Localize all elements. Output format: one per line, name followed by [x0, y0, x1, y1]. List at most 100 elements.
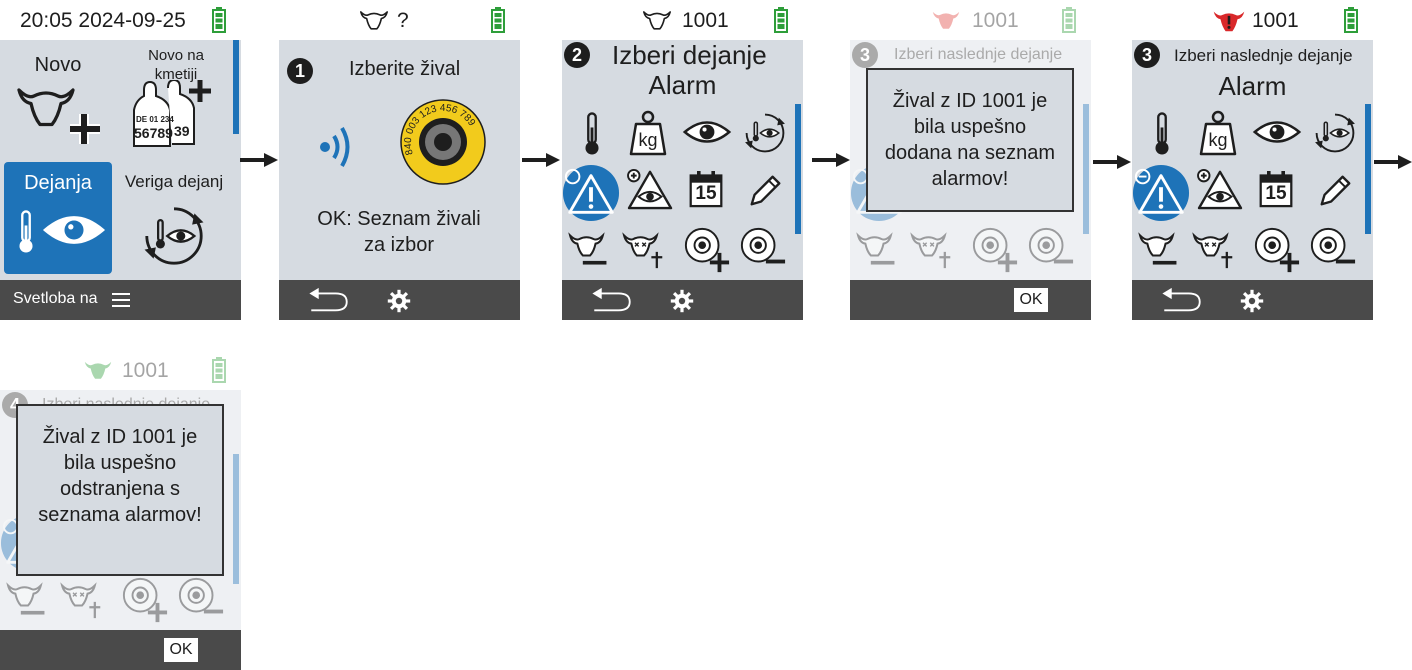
ok-hint: OK: Seznam živali za izbor	[317, 208, 481, 256]
calendar-day: 15	[1265, 183, 1287, 204]
footer: OK	[0, 630, 241, 670]
tile-new-on-farm[interactable]: Novo na kmetiji DE 01 234 56789 39	[120, 44, 230, 156]
settings-gear-icon[interactable]	[670, 289, 694, 313]
weight-button[interactable]: kg	[1198, 110, 1238, 156]
step-number: 2	[564, 42, 590, 68]
battery-icon	[212, 7, 226, 33]
eye-icon	[42, 216, 106, 244]
scrollbar	[1083, 104, 1089, 234]
back-icon[interactable]	[588, 286, 636, 314]
calendar-button[interactable]: 15	[1258, 168, 1294, 210]
thermometer-icon[interactable]	[578, 110, 606, 158]
select-animal-body: 1 Izberite žival 840 003 123 456 789 OK:…	[279, 40, 520, 280]
footer	[1132, 280, 1373, 320]
cow-head-icon	[82, 359, 114, 381]
cow-plus-icon	[17, 88, 100, 144]
pencil-icon[interactable]	[1316, 172, 1354, 210]
alarm-added-body: 3 Izberi naslednje dejanje Žival z ID 10…	[850, 40, 1091, 280]
alarm-remove-icon[interactable]	[1132, 164, 1190, 222]
status-bar: 1001	[1132, 0, 1373, 40]
battery-icon	[774, 7, 788, 33]
next-action-body: 3 Izberi naslednje dejanje Alarm kg 15	[1132, 40, 1373, 280]
cow-remove-icon	[6, 580, 52, 620]
cow-dead-icon	[60, 580, 106, 620]
status-animal-id: 1001	[682, 9, 729, 32]
alarm-add-icon[interactable]	[562, 164, 620, 222]
success-dialog: Žival z ID 1001 je bila uspešno dodana n…	[866, 68, 1074, 212]
tile-new[interactable]: Novo	[4, 44, 112, 156]
tag-add-icon	[970, 226, 1020, 274]
status-bar: 1001	[562, 0, 803, 40]
back-icon[interactable]	[305, 286, 353, 314]
observe-add-icon[interactable]	[626, 168, 674, 210]
weight-label: kg	[1208, 130, 1228, 150]
tile-new-farm-label: Novo na kmetiji	[148, 47, 204, 83]
calendar-button[interactable]: 15	[688, 168, 724, 210]
tag-remove-icon	[176, 576, 226, 624]
action-cycle-icon	[140, 202, 208, 270]
status-bar: 20:05 2024-09-25	[0, 0, 241, 40]
eye-icon[interactable]	[1252, 118, 1302, 146]
ear-tag-icon: 840 003 123 456 789	[400, 99, 486, 185]
weight-button[interactable]: kg	[628, 110, 668, 156]
action-cycle-icon[interactable]	[742, 110, 788, 156]
status-bar: 1001	[0, 350, 241, 390]
cow-dead-icon[interactable]	[622, 230, 668, 270]
thermometer-icon[interactable]	[1148, 110, 1176, 158]
flow-arrow-icon	[240, 153, 278, 167]
tag-remove-icon[interactable]	[738, 226, 788, 274]
cow-dead-icon[interactable]	[1192, 230, 1238, 270]
scrollbar[interactable]	[795, 104, 801, 234]
ok-button[interactable]: OK	[1014, 288, 1048, 312]
tag-add-icon[interactable]	[1252, 226, 1302, 274]
cow-remove-icon[interactable]	[568, 230, 614, 270]
battery-icon	[491, 7, 505, 33]
tile-actions[interactable]: Dejanja	[4, 162, 112, 274]
flow-arrow-icon	[522, 153, 560, 167]
settings-gear-icon[interactable]	[387, 289, 411, 313]
settings-gear-icon[interactable]	[1240, 289, 1264, 313]
title-line2: Alarm	[1218, 71, 1287, 101]
battery-icon	[1344, 7, 1358, 33]
flow-arrow-icon	[812, 153, 850, 167]
screen-next-action: 1001 3 Izberi naslednje dejanje Alarm kg…	[1132, 0, 1373, 320]
thermometer-icon	[19, 210, 33, 253]
observe-add-icon[interactable]	[1196, 168, 1244, 210]
footer	[562, 280, 803, 320]
tag-add-icon	[120, 576, 170, 624]
eye-icon[interactable]	[682, 118, 732, 146]
battery-icon	[212, 357, 226, 383]
tag-remove-icon[interactable]	[1308, 226, 1358, 274]
back-icon[interactable]	[1158, 286, 1206, 314]
select-action-body: 2 Izberi dejanje Alarm kg 15	[562, 40, 803, 280]
status-animal-id: 1001	[122, 359, 169, 382]
footer	[279, 280, 520, 320]
calendar-day: 15	[695, 183, 717, 204]
flow-arrow-icon	[1093, 155, 1131, 169]
status-bar: ?	[279, 0, 520, 40]
cow-remove-icon[interactable]	[1138, 230, 1184, 270]
step-number: 3	[852, 42, 878, 68]
tile-chain-label: Veriga dejanj	[124, 172, 224, 191]
screen-alarm-added: 1001 3 Izberi naslednje dejanje Žival z …	[850, 0, 1091, 320]
screen-main-menu: 20:05 2024-09-25 Novo Novo na kmetiji DE…	[0, 0, 241, 320]
action-cycle-icon[interactable]	[1312, 110, 1358, 156]
alarm-removed-body: 4 Izberi naslednje dejanje Žival z ID 10…	[0, 390, 241, 630]
pencil-icon[interactable]	[746, 172, 784, 210]
cow-head-alarm-icon	[930, 9, 962, 31]
screen-alarm-removed: 1001 4 Izberi naslednje dejanje Žival z …	[0, 350, 241, 670]
tile-action-chain[interactable]: Veriga dejanj	[118, 162, 230, 274]
weight-label: kg	[638, 130, 658, 150]
status-time: 20:05 2024-09-25	[20, 9, 186, 32]
screen-select-animal: ? 1 Izberite žival 840 003 123 456 789 O…	[279, 0, 520, 320]
title: Izberi naslednje dejanje	[894, 46, 1063, 63]
tag-add-icon[interactable]	[682, 226, 732, 274]
ear-tag-plus-icon: DE 01 234 56789 39	[133, 80, 211, 147]
scrollbar[interactable]	[1365, 104, 1371, 234]
ok-button[interactable]: OK	[164, 638, 198, 662]
cow-remove-icon	[856, 230, 902, 270]
success-dialog: Žival z ID 1001 je bila uspešno odstranj…	[16, 404, 224, 576]
menu-icon[interactable]	[112, 292, 130, 308]
step-number: 1	[287, 58, 313, 84]
scrollbar[interactable]	[233, 40, 239, 134]
